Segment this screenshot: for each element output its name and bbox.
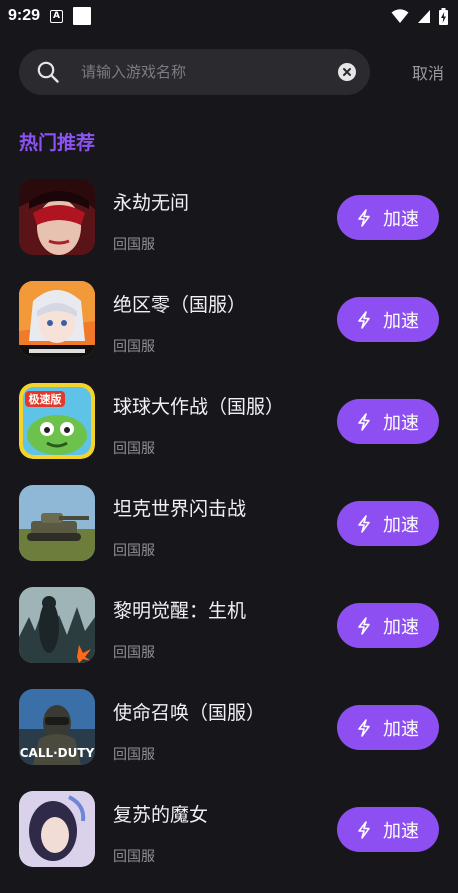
status-time: 9:29 [8,7,41,24]
game-icon-witch[interactable] [19,791,95,867]
accelerate-label: 加速 [383,310,419,332]
status-left: 9:29 A [8,7,92,25]
lightning-icon [357,820,371,839]
accelerate-button[interactable]: 加速 [337,603,439,648]
lightning-icon [357,208,371,227]
lightning-icon [357,616,371,635]
lightning-icon [357,718,371,737]
search-row: 取消 [19,49,444,95]
game-icon-cod[interactable]: CALL·DUTY [19,689,95,765]
game-tag: 回国服 [113,645,155,661]
accelerate-label: 加速 [383,208,419,230]
game-list: 永劫无间 回国服 加速 绝区零（国服） 回国服 加速 极速版 球球大作战（国服）… [0,179,458,893]
list-item: CALL·DUTY 使命召唤（国服） 回国服 加速 [0,689,458,791]
game-icon-label: 极速版 [29,392,62,406]
lightning-icon [357,310,371,329]
list-item: 绝区零（国服） 回国服 加速 [0,281,458,383]
game-tag: 回国服 [113,543,155,559]
search-box [19,49,370,95]
accelerate-button[interactable]: 加速 [337,297,439,342]
list-item: 黎明觉醒：生机 回国服 加速 [0,587,458,689]
game-name: 使命召唤（国服） [113,702,266,724]
game-icon-yongjie[interactable] [19,179,95,255]
list-item: 坦克世界闪击战 回国服 加速 [0,485,458,587]
cancel-button[interactable]: 取消 [412,60,444,84]
status-bar: 9:29 A [0,0,458,32]
accelerate-label: 加速 [383,820,419,842]
accelerate-button[interactable]: 加速 [337,501,439,546]
accelerate-button[interactable]: 加速 [337,705,439,750]
notification-a-icon: A [50,9,64,23]
status-right [391,7,448,25]
accelerate-label: 加速 [383,412,419,434]
lightning-icon [357,412,371,431]
search-icon [37,61,59,83]
accelerate-button[interactable]: 加速 [337,399,439,444]
game-name: 球球大作战（国服） [113,396,285,418]
section-title: 热门推荐 [19,132,96,154]
list-item: 复苏的魔女 回国服 加速 [0,791,458,893]
search-input[interactable] [79,62,338,82]
list-item: 极速版 球球大作战（国服） 回国服 加速 [0,383,458,485]
game-tag: 回国服 [113,237,155,253]
game-name: 永劫无间 [113,192,190,214]
game-name: 绝区零（国服） [113,294,247,316]
game-tag: 回国服 [113,849,155,865]
list-item: 永劫无间 回国服 加速 [0,179,458,281]
game-tag: 回国服 [113,747,155,763]
accelerate-label: 加速 [383,718,419,740]
accelerate-label: 加速 [383,514,419,536]
game-tag: 回国服 [113,441,155,457]
game-icon-dawn[interactable] [19,587,95,663]
notification-square-icon [73,7,92,25]
game-icon-label: CALL·DUTY [20,746,95,760]
wifi-icon [391,9,409,23]
game-tag: 回国服 [113,339,155,355]
game-icon-qiuqiu[interactable]: 极速版 [19,383,95,459]
lightning-icon [357,514,371,533]
battery-charging-icon [439,7,448,25]
game-name: 黎明觉醒：生机 [113,600,247,622]
accelerate-button[interactable]: 加速 [337,195,439,240]
clear-icon[interactable] [338,63,356,81]
game-icon-zzz[interactable] [19,281,95,357]
accelerate-label: 加速 [383,616,419,638]
signal-icon [418,10,430,23]
game-name: 坦克世界闪击战 [113,498,247,520]
game-icon-tank[interactable] [19,485,95,561]
